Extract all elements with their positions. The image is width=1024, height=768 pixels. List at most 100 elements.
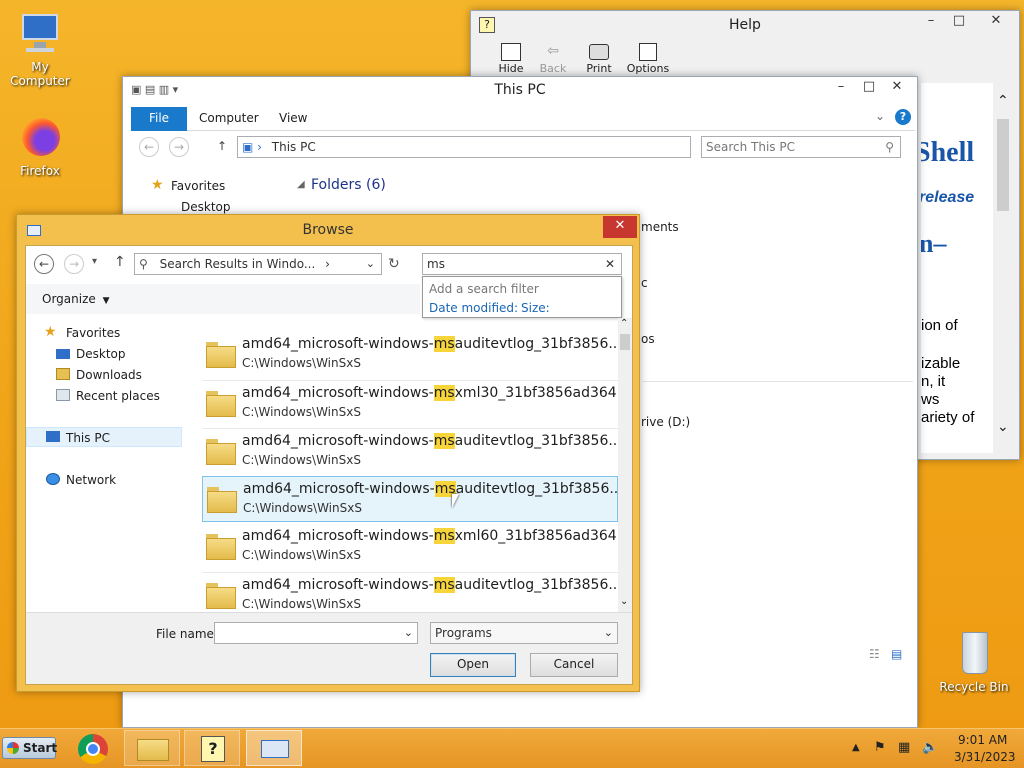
browse-back-icon[interactable]: ← [34, 254, 54, 274]
details-view-icon[interactable]: ☷ [869, 647, 880, 661]
list-scroll-up-icon[interactable]: ⌃ [620, 318, 628, 329]
help-close-button[interactable]: ✕ [979, 11, 1013, 33]
explorer-maximize-button[interactable]: □ [855, 77, 883, 99]
help-text-4: ws [921, 391, 940, 408]
file-path: C:\Windows\WinSxS [242, 548, 361, 562]
explorer-back-icon[interactable]: ← [139, 137, 159, 157]
tab-file[interactable]: File [131, 107, 187, 131]
help-back-button[interactable]: ⇦ Back [531, 43, 575, 75]
nav-recent-places[interactable]: Recent places [76, 389, 160, 403]
peek-videos[interactable]: os [641, 332, 655, 346]
file-row-hovered[interactable]: amd64_microsoft-windows-msauditevtlog_31… [202, 476, 623, 522]
file-list-scrollbar[interactable]: ⌃ ⌄ [618, 318, 632, 612]
nav-favorites[interactable]: Favorites [66, 326, 120, 340]
browse-search-input[interactable]: ms ✕ [422, 253, 622, 275]
tiles-view-icon[interactable]: ▤ [891, 647, 902, 661]
browse-up-icon[interactable]: ↑ [114, 254, 126, 270]
help-maximize-button[interactable]: □ [945, 11, 973, 33]
folder-icon [206, 342, 236, 368]
help-scrollbar[interactable]: ⌃ ⌄ [993, 83, 1013, 443]
taskbar-help[interactable]: ? [184, 730, 240, 766]
help-options-button[interactable]: Options [623, 43, 673, 75]
browse-close-button[interactable]: ✕ [603, 216, 637, 238]
tray-date[interactable]: 3/31/2023 [954, 750, 1016, 764]
browse-bottom-panel: File name: ⌄ Programs ⌄ Open Cancel [26, 612, 632, 684]
file-name-input[interactable]: ⌄ [214, 622, 418, 644]
desktop-icon-recycle-bin[interactable]: Recycle Bin [934, 630, 1014, 694]
browse-refresh-icon[interactable]: ↻ [388, 256, 400, 272]
help-print-button[interactable]: Print [577, 43, 621, 75]
start-button[interactable]: Start [2, 737, 57, 759]
taskbar-browse[interactable] [246, 730, 302, 766]
windows-logo-icon [7, 742, 19, 754]
file-type-select[interactable]: Programs ⌄ [430, 622, 618, 644]
file-name: amd64_microsoft-windows-msauditevtlog_31… [242, 433, 622, 449]
clear-search-icon[interactable]: ✕ [605, 254, 615, 274]
help-text-5: ariety of [921, 409, 975, 426]
organize-button[interactable]: Organize ▼ [42, 292, 110, 306]
file-path: C:\Windows\WinSxS [242, 597, 361, 611]
ribbon-expand-icon[interactable]: ⌄ [875, 109, 885, 123]
search-filter-popup: Add a search filter Date modified: Size: [422, 276, 622, 318]
explorer-forward-icon[interactable]: → [169, 137, 189, 157]
help-print-label: Print [586, 62, 612, 75]
address-dropdown-icon[interactable]: ⌄ [366, 254, 375, 274]
explorer-close-button[interactable]: ✕ [883, 77, 911, 99]
nav-this-pc[interactable]: This PC [66, 431, 110, 445]
volume-muted-icon[interactable]: 🔈 [922, 740, 938, 755]
explorer-search-input[interactable]: Search This PC ⚲ [701, 136, 901, 158]
tray-overflow-icon[interactable]: ▲ [852, 742, 860, 753]
open-button[interactable]: Open [430, 653, 516, 677]
folder-icon [207, 487, 237, 513]
peek-drive-d[interactable]: rive (D:) [641, 415, 690, 429]
file-row[interactable]: amd64_microsoft-windows-msxml30_31bf3856… [202, 380, 630, 426]
browse-forward-icon[interactable]: → [64, 254, 84, 274]
file-row[interactable]: amd64_microsoft-windows-msauditevtlog_31… [202, 332, 622, 378]
section-collapse-icon[interactable]: ◢ [297, 179, 305, 190]
explorer-minimize-button[interactable]: – [827, 77, 855, 99]
action-center-flag-icon[interactable]: ⚑ [874, 740, 886, 755]
tab-view[interactable]: View [279, 111, 307, 125]
chrome-icon [78, 734, 108, 764]
file-name-dropdown-icon[interactable]: ⌄ [404, 623, 413, 643]
nav-downloads[interactable]: Downloads [76, 368, 142, 382]
tab-computer[interactable]: Computer [199, 111, 259, 125]
scroll-up-icon[interactable]: ⌃ [997, 93, 1009, 109]
desktop-icon-my-computer[interactable]: My Computer [0, 10, 80, 88]
tray-time[interactable]: 9:01 AM [958, 733, 1007, 747]
peek-documents[interactable]: ments [641, 220, 679, 234]
taskbar-chrome[interactable] [66, 730, 122, 766]
file-row[interactable]: amd64_microsoft-windows-msxml60_31bf3856… [202, 524, 630, 570]
explorer-address-bar[interactable]: ▣ › This PC [237, 136, 691, 158]
file-row[interactable]: amd64_microsoft-windows-msauditevtlog_31… [202, 428, 622, 474]
nav-desktop[interactable]: Desktop [76, 347, 126, 361]
taskbar-file-explorer[interactable] [124, 730, 180, 766]
nav-network[interactable]: Network [66, 473, 116, 487]
help-back-label: Back [539, 62, 567, 75]
organize-dropdown-icon: ▼ [102, 296, 110, 306]
explorer-nav-desktop[interactable]: Desktop [181, 200, 231, 214]
desktop-icon-firefox[interactable]: Firefox [0, 114, 80, 178]
folders-header[interactable]: Folders (6) [311, 177, 386, 193]
explorer-nav-favorites[interactable]: Favorites [171, 179, 225, 193]
scroll-down-icon[interactable]: ⌄ [997, 419, 1009, 435]
star-icon: ★ [151, 177, 164, 193]
peek-music[interactable]: c [641, 276, 648, 290]
help-content-pane: Shell release n– ion of izable n, it ws … [921, 83, 993, 453]
filter-size[interactable]: Size: [521, 301, 550, 315]
list-scroll-thumb[interactable] [620, 334, 630, 350]
explorer-up-icon[interactable]: ↑ [217, 139, 227, 153]
help-minimize-button[interactable]: – [917, 11, 945, 33]
help-circle-icon[interactable]: ? [895, 109, 911, 125]
help-hide-button[interactable]: Hide [489, 43, 533, 75]
file-path: C:\Windows\WinSxS [242, 356, 361, 370]
my-computer-label: My Computer [10, 60, 70, 88]
list-scroll-down-icon[interactable]: ⌄ [620, 596, 628, 607]
network-tray-icon[interactable]: ▦ [898, 740, 910, 755]
printer-icon [589, 44, 609, 60]
browse-address-bar[interactable]: ⚲ Search Results in Windo... › ⌄ [134, 253, 382, 275]
filter-date-modified[interactable]: Date modified: [429, 301, 518, 315]
browse-recent-dropdown-icon[interactable]: ▾ [92, 256, 97, 267]
help-scroll-thumb[interactable] [997, 119, 1009, 211]
cancel-button[interactable]: Cancel [530, 653, 618, 677]
